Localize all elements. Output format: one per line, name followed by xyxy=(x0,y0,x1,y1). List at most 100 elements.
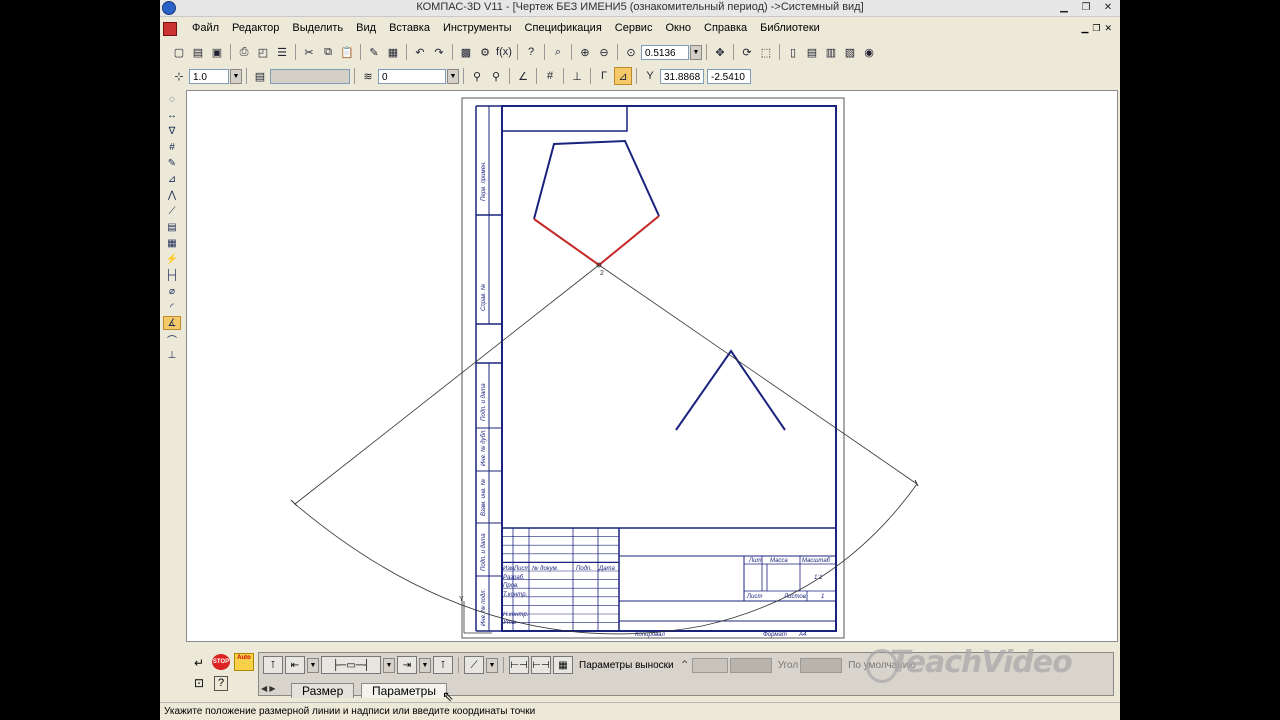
doc-minimize-button[interactable]: ▁ xyxy=(1081,23,1088,34)
radial-dim-icon[interactable]: ◜ xyxy=(163,300,181,314)
cursor-step-icon[interactable]: ⊹ xyxy=(170,67,188,85)
new-document-icon[interactable]: ▢ xyxy=(170,43,188,61)
copy-icon[interactable]: ⧉ xyxy=(319,43,337,61)
menu-item-6[interactable]: Спецификация xyxy=(525,22,602,34)
zoom-window-icon[interactable]: ⌕ xyxy=(549,43,567,61)
drawing-canvas[interactable]: Перв. примен. Справ. № Подп. и дата Инв. № … xyxy=(186,90,1118,642)
menu-item-5[interactable]: Инструменты xyxy=(443,22,512,34)
linear-dim-icon[interactable]: ├┤ xyxy=(163,268,181,282)
arrow-left-icon[interactable]: ⇤ xyxy=(285,656,305,674)
local-cs-icon[interactable]: ⊥ xyxy=(568,67,586,85)
grid-icon[interactable]: # xyxy=(541,67,559,85)
sheet-icon[interactable]: ▯ xyxy=(784,43,802,61)
view-state-icon[interactable]: ▤ xyxy=(251,67,269,85)
angular-dim-icon[interactable]: ∡ xyxy=(163,316,181,330)
pan-icon[interactable]: ✥ xyxy=(711,43,729,61)
cut-icon[interactable]: ✂ xyxy=(300,43,318,61)
text-position-icon[interactable]: ⊺ xyxy=(263,656,283,674)
spec-tool-icon[interactable]: ▤ xyxy=(163,220,181,234)
zoom-input[interactable]: 0.5136 xyxy=(641,44,689,60)
menu-item-7[interactable]: Сервис xyxy=(615,22,653,34)
library-manager-icon[interactable]: ▩ xyxy=(457,43,475,61)
menu-item-9[interactable]: Справка xyxy=(704,22,747,34)
edit-icon[interactable]: ✎ xyxy=(163,156,181,170)
line-style-icon[interactable]: ├─▭─┤ xyxy=(321,656,381,674)
dimensions-icon[interactable]: ↔ xyxy=(163,108,181,122)
layer-dropdown-icon[interactable]: ▼ xyxy=(447,68,459,84)
dim-arrangement-icon-2[interactable]: ⊢⊣ xyxy=(531,656,551,674)
coord-x-field[interactable]: 31.8868 xyxy=(660,68,704,84)
ortho-icon[interactable]: ∠ xyxy=(514,67,532,85)
doc-close-button[interactable]: ✕ xyxy=(1104,23,1112,34)
drawing-svg[interactable]: Перв. примен. Справ. № Подп. и дата Инв. № … xyxy=(187,91,1117,641)
fx-icon[interactable]: f(x) xyxy=(495,43,513,61)
tabs-scroll-arrows[interactable]: ◀ ▶ xyxy=(261,684,276,693)
tree-icon[interactable]: ⊡ xyxy=(194,676,204,690)
symbols-icon[interactable]: ∇ xyxy=(163,124,181,138)
layer-icon[interactable]: ≋ xyxy=(359,67,377,85)
menu-item-2[interactable]: Выделить xyxy=(292,22,343,34)
report-tool-icon[interactable]: ▦ xyxy=(163,236,181,250)
arc-dim-icon[interactable]: ⌒ xyxy=(163,332,181,347)
tab-size[interactable]: Размер xyxy=(291,683,355,698)
document-icon[interactable] xyxy=(163,22,177,36)
tab-parameters[interactable]: Параметры xyxy=(361,683,447,698)
step-dropdown-icon[interactable]: ▼ xyxy=(230,68,242,84)
zoom-out-icon[interactable]: ⊖ xyxy=(595,43,613,61)
refresh-icon[interactable]: ⟳ xyxy=(738,43,756,61)
help-pointer-icon[interactable]: ? xyxy=(522,43,540,61)
measure-icon[interactable]: ⋀ xyxy=(163,188,181,202)
leader-dropdown[interactable]: ▼ xyxy=(486,657,498,673)
menu-item-3[interactable]: Вид xyxy=(356,22,376,34)
doc-restore-button[interactable]: ❐ xyxy=(1092,23,1100,34)
restore-button[interactable]: ❐ xyxy=(1078,1,1094,14)
leader-icon[interactable]: ⟋ xyxy=(464,656,484,674)
menu-item-4[interactable]: Вставка xyxy=(389,22,430,34)
menu-item-0[interactable]: Файл xyxy=(192,22,219,34)
close-button[interactable]: ✕ xyxy=(1100,1,1116,14)
snap-icon[interactable]: ⚲ xyxy=(468,67,486,85)
menu-item-10[interactable]: Библиотеки xyxy=(760,22,820,34)
stop-button[interactable]: STOP xyxy=(212,654,230,670)
line-style-dropdown[interactable]: ▼ xyxy=(383,657,395,673)
enter-icon[interactable]: ↵ xyxy=(194,656,204,670)
show-all-icon[interactable]: ⬚ xyxy=(757,43,775,61)
round-icon[interactable]: Γ xyxy=(595,67,613,85)
arrow-right-icon[interactable]: ⇥ xyxy=(397,656,417,674)
manager-icon[interactable]: ▦ xyxy=(384,43,402,61)
angle-field[interactable] xyxy=(800,657,843,673)
print-icon[interactable]: ⎙ xyxy=(235,43,253,61)
variables-icon[interactable]: ⚙ xyxy=(476,43,494,61)
format-copy-icon[interactable]: ✎ xyxy=(365,43,383,61)
zoom-dropdown-icon[interactable]: ▼ xyxy=(690,44,702,60)
dim-arrangement-icon-3[interactable]: ▦ xyxy=(553,656,573,674)
geometry-icon[interactable]: ◌ xyxy=(163,92,181,106)
height-dim-icon[interactable]: ⊥ xyxy=(163,348,181,362)
menu-item-1[interactable]: Редактор xyxy=(232,22,279,34)
properties-icon[interactable]: ☰ xyxy=(273,43,291,61)
save-icon[interactable]: ▣ xyxy=(208,43,226,61)
redo-icon[interactable]: ↷ xyxy=(430,43,448,61)
insert-icon[interactable]: ⚡ xyxy=(163,252,181,266)
zoom-scale-icon[interactable]: ⊙ xyxy=(622,43,640,61)
diameter-dim-icon[interactable]: ⌀ xyxy=(163,284,181,298)
menu-item-8[interactable]: Окно xyxy=(665,22,691,34)
open-icon[interactable]: ▤ xyxy=(189,43,207,61)
report-icon[interactable]: ▥ xyxy=(822,43,840,61)
auto-create-button[interactable]: Auto xyxy=(234,653,254,671)
ortho-mode-icon[interactable]: ⊿ xyxy=(614,67,632,85)
select-icon[interactable]: ⟋ xyxy=(163,204,181,218)
dim-arrangement-icon-1[interactable]: ⊢⊣ xyxy=(509,656,529,674)
leader-field-2[interactable] xyxy=(729,657,772,673)
arrow-right-dropdown[interactable]: ▼ xyxy=(419,657,431,673)
model-icon[interactable]: ◉ xyxy=(860,43,878,61)
snap-settings-icon[interactable]: ⚲ xyxy=(487,67,505,85)
spec-icon[interactable]: ▤ xyxy=(803,43,821,61)
leader-field-1[interactable] xyxy=(691,657,728,673)
preview-icon[interactable]: ◰ xyxy=(254,43,272,61)
layer-input[interactable]: 0 xyxy=(378,68,446,84)
text-align-icon[interactable]: ⊺ xyxy=(433,656,453,674)
help-icon[interactable]: ? xyxy=(214,676,228,691)
fragment-icon[interactable]: ▧ xyxy=(841,43,859,61)
view-select[interactable] xyxy=(270,68,350,84)
